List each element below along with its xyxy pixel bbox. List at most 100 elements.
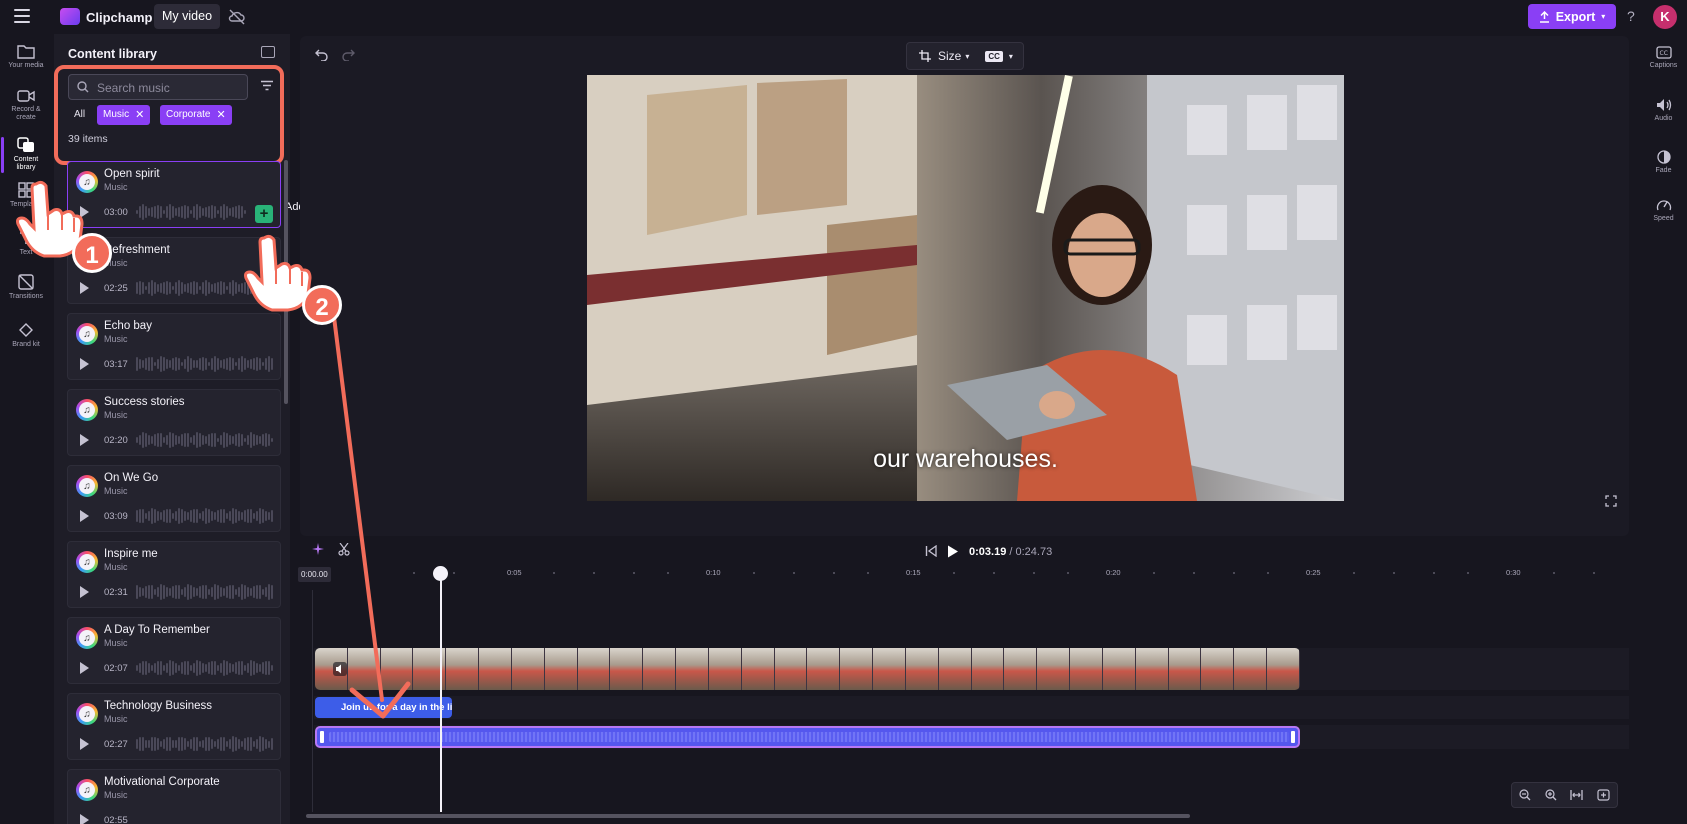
track-card[interactable]: ♫ Inspire me Music 02:31 bbox=[67, 541, 281, 608]
volume-icon[interactable] bbox=[333, 662, 347, 676]
music-note-icon: ♫ bbox=[76, 399, 98, 421]
track-title: Echo bay bbox=[104, 320, 152, 332]
rail-item-audio[interactable]: Audio bbox=[1640, 98, 1687, 122]
music-note-icon: ♫ bbox=[76, 323, 98, 345]
tick-label: 0:30 bbox=[1506, 568, 1521, 577]
audio-waveform bbox=[329, 732, 1289, 742]
track-title: Open spirit bbox=[104, 168, 160, 180]
avatar[interactable]: K bbox=[1653, 5, 1677, 29]
track-title: On We Go bbox=[104, 472, 159, 484]
track-type: Music bbox=[104, 410, 128, 420]
play-icon[interactable] bbox=[80, 282, 89, 294]
transitions-icon bbox=[18, 274, 34, 290]
annotation-highlight-box bbox=[54, 65, 284, 165]
track-duration: 03:00 bbox=[104, 207, 128, 218]
clipchamp-logo-icon bbox=[60, 8, 80, 25]
magic-sparkle-icon[interactable] bbox=[312, 543, 324, 555]
fit-timeline-icon[interactable] bbox=[1570, 789, 1584, 801]
undo-icon[interactable] bbox=[315, 49, 328, 61]
rail-item-speed[interactable]: Speed bbox=[1640, 198, 1687, 222]
help-icon[interactable]: ? bbox=[1627, 8, 1635, 24]
track-title: Inspire me bbox=[104, 548, 158, 560]
waveform bbox=[136, 583, 276, 601]
timeline-ruler[interactable]: 0:05 0:10 0:15 0:20 0:25 0:30 bbox=[310, 568, 1620, 588]
rail-item-your-media[interactable]: Your media bbox=[0, 44, 52, 70]
caption-clip[interactable]: Join us for a day in the life bbox=[315, 697, 452, 718]
track-card[interactable]: ♫ Motivational Corporate Music 02:55 bbox=[67, 769, 281, 824]
video-preview[interactable]: our warehouses. bbox=[587, 75, 1344, 501]
project-name-tab[interactable]: My video bbox=[154, 4, 221, 29]
add-track-icon[interactable] bbox=[1597, 789, 1610, 801]
video-caption: our warehouses. bbox=[873, 445, 1058, 473]
step-2-badge: 2 bbox=[302, 285, 342, 325]
tick-label: 0:15 bbox=[906, 568, 921, 577]
rail-item-record-create[interactable]: Record & create bbox=[0, 89, 52, 122]
waveform bbox=[136, 735, 276, 753]
track-duration: 02:20 bbox=[104, 435, 128, 446]
track-card[interactable]: ♫ Technology Business Music 02:27 bbox=[67, 693, 281, 760]
waveform bbox=[136, 659, 276, 677]
track-duration: 02:07 bbox=[104, 663, 128, 674]
speed-icon bbox=[1656, 200, 1671, 211]
track-duration: 02:55 bbox=[104, 815, 128, 824]
track-card[interactable]: ♫ Success stories Music 02:20 bbox=[67, 389, 281, 456]
playback-controls: 0:03.19 / 0:24.73 bbox=[925, 541, 1052, 561]
track-title: A Day To Remember bbox=[104, 624, 210, 636]
redo-icon[interactable] bbox=[342, 49, 355, 61]
track-card[interactable]: ♫ Open spirit Music 03:00 + bbox=[67, 161, 281, 228]
track-type: Music bbox=[104, 714, 128, 724]
camera-icon bbox=[17, 90, 35, 102]
waveform bbox=[136, 203, 248, 221]
playhead-handle[interactable] bbox=[433, 566, 448, 581]
track-card[interactable]: ♫ On We Go Music 03:09 bbox=[67, 465, 281, 532]
export-label: Export bbox=[1555, 9, 1596, 24]
library-title: Content library bbox=[68, 47, 157, 61]
add-to-timeline-button[interactable]: + bbox=[255, 205, 273, 223]
track-title: Refreshment bbox=[104, 244, 170, 256]
play-icon[interactable] bbox=[80, 814, 89, 824]
play-icon[interactable] bbox=[80, 358, 89, 370]
track-type: Music bbox=[104, 334, 128, 344]
rail-item-content-library[interactable]: Content library bbox=[0, 137, 52, 172]
play-icon[interactable] bbox=[80, 738, 89, 750]
tick-label: 0:20 bbox=[1106, 568, 1121, 577]
timeline-start-label: 0:00.00 bbox=[298, 567, 331, 582]
chevron-down-icon: ▾ bbox=[1008, 51, 1013, 61]
video-clip[interactable] bbox=[315, 648, 1300, 690]
menu-icon[interactable] bbox=[14, 9, 30, 23]
zoom-out-icon[interactable] bbox=[1519, 789, 1531, 801]
rail-item-captions[interactable]: CC Captions bbox=[1640, 46, 1687, 69]
track-type: Music bbox=[104, 486, 128, 496]
track-card[interactable]: ♫ Echo bay Music 03:17 bbox=[67, 313, 281, 380]
export-button[interactable]: Export ▾ bbox=[1528, 4, 1616, 29]
skip-back-icon[interactable] bbox=[925, 545, 937, 557]
audio-clip[interactable] bbox=[315, 726, 1300, 748]
cc-badge[interactable]: CC bbox=[985, 50, 1003, 62]
play-icon[interactable] bbox=[80, 662, 89, 674]
timeline-guide bbox=[312, 590, 313, 812]
scissors-icon[interactable] bbox=[338, 543, 350, 556]
rail-item-fade[interactable]: Fade bbox=[1640, 150, 1687, 174]
clip-trim-handle-left[interactable] bbox=[320, 731, 324, 743]
track-card[interactable]: ♫ A Day To Remember Music 02:07 bbox=[67, 617, 281, 684]
brand-kit-icon bbox=[19, 323, 33, 337]
fullscreen-icon[interactable] bbox=[1605, 495, 1617, 507]
play-icon[interactable] bbox=[947, 545, 959, 558]
play-icon[interactable] bbox=[80, 586, 89, 598]
zoom-in-icon[interactable] bbox=[1545, 789, 1557, 801]
size-label: Size bbox=[938, 49, 962, 63]
music-note-icon: ♫ bbox=[76, 627, 98, 649]
svg-text:CC: CC bbox=[1659, 50, 1667, 57]
track-title: Motivational Corporate bbox=[104, 776, 220, 788]
rail-item-transitions[interactable]: Transitions bbox=[0, 274, 52, 301]
top-bar: Clipchamp My video Export ▾ ? K bbox=[0, 0, 1687, 34]
collapse-panel-icon[interactable] bbox=[261, 46, 275, 58]
upload-icon bbox=[1539, 10, 1549, 23]
size-button[interactable]: Size ▾ CC ▾ bbox=[906, 42, 1024, 70]
clip-trim-handle-right[interactable] bbox=[1291, 731, 1295, 743]
play-icon[interactable] bbox=[80, 434, 89, 446]
music-note-icon: ♫ bbox=[76, 475, 98, 497]
rail-item-brand-kit[interactable]: Brand kit bbox=[0, 322, 52, 349]
timeline-scrollbar[interactable] bbox=[306, 814, 1190, 818]
play-icon[interactable] bbox=[80, 510, 89, 522]
